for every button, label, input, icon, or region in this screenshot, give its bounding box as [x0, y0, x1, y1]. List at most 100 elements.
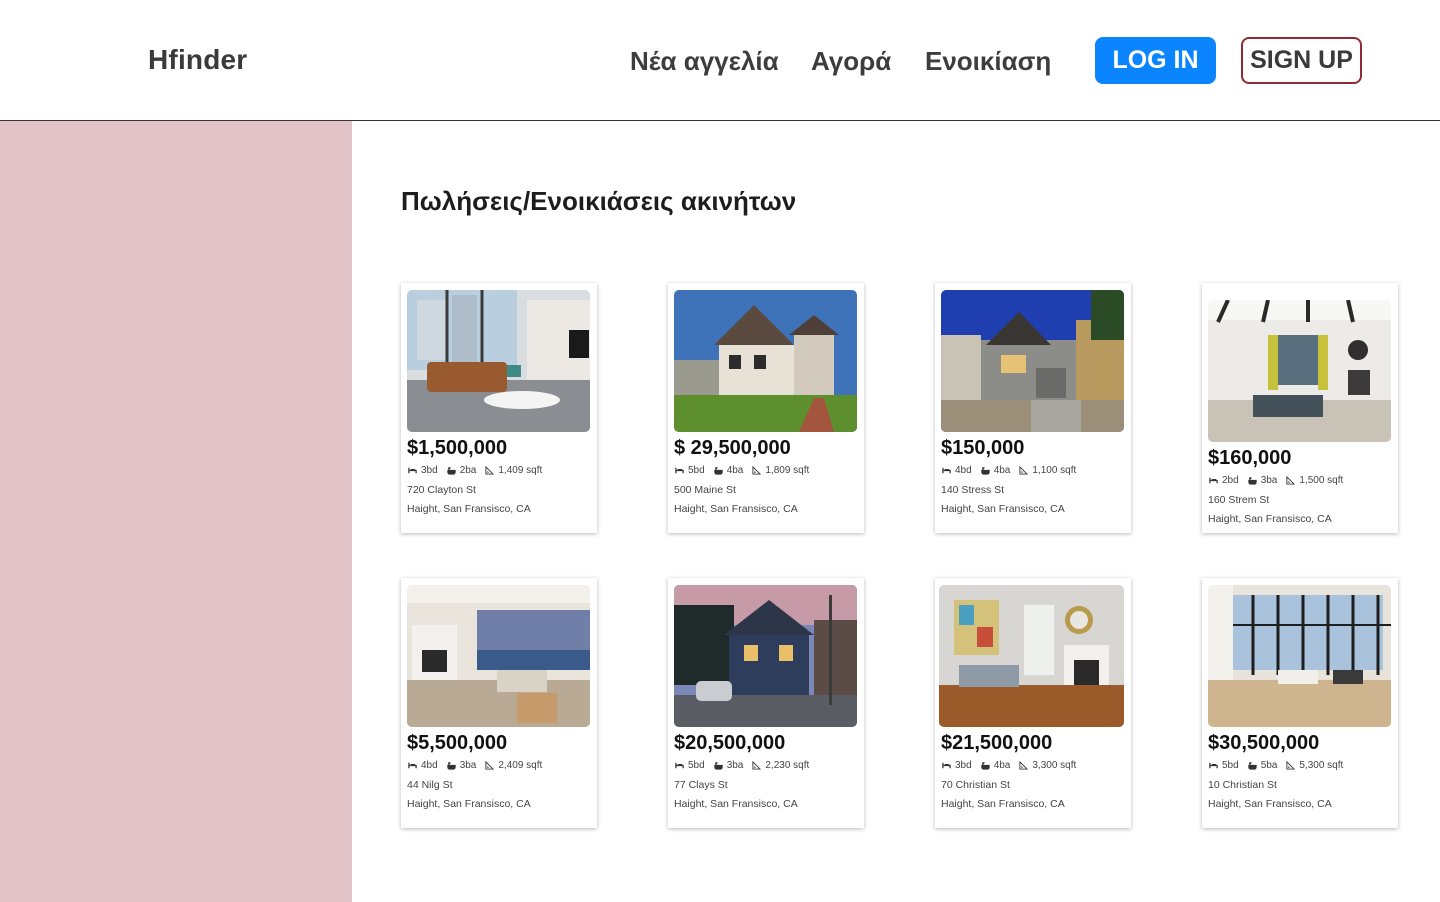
living-room-photo — [1208, 300, 1391, 442]
listing-city: Haight, San Fransisco, CA — [1208, 798, 1332, 810]
area-size: 1,100 sqft — [1032, 465, 1077, 476]
listing-price: $150,000 — [941, 437, 1025, 459]
ruler-icon — [485, 466, 495, 475]
listing-city: Haight, San Fransisco, CA — [1208, 513, 1332, 525]
beds-count: 5bd — [688, 465, 705, 476]
bed-icon — [408, 762, 417, 769]
bed-icon — [942, 467, 951, 474]
bed-icon — [675, 467, 684, 474]
brand-logo[interactable]: Hfinder — [148, 44, 247, 76]
bath-icon — [447, 467, 456, 475]
living-room-photo — [407, 290, 590, 432]
listing-city: Haight, San Fransisco, CA — [407, 798, 531, 810]
listing-street: 44 Nilg St — [407, 779, 453, 791]
beds-count: 4bd — [955, 465, 972, 476]
area-size: 1,409 sqft — [498, 465, 543, 476]
baths-count: 3ba — [726, 760, 744, 771]
baths-count: 2ba — [459, 465, 477, 476]
listing-street: 500 Maine St — [674, 484, 736, 496]
listing-street: 70 Christian St — [941, 779, 1010, 791]
bed-icon — [1209, 762, 1218, 769]
nav-new-listing[interactable]: Νέα αγγελία — [630, 46, 779, 77]
listing-card[interactable]: $150,000 4bd 4ba 1,100 sqft 140 Stress S… — [935, 283, 1131, 533]
ruler-icon — [1286, 476, 1296, 485]
login-button[interactable]: LOG IN — [1095, 37, 1216, 84]
bath-icon — [1248, 762, 1257, 770]
listing-card[interactable]: $160,000 2bd 3ba 1,500 sqft 160 Strem St… — [1202, 283, 1398, 533]
bed-icon — [675, 762, 684, 769]
listing-price: $20,500,000 — [674, 732, 786, 754]
ruler-icon — [1019, 466, 1029, 475]
baths-count: 4ba — [993, 760, 1011, 771]
listing-city: Haight, San Fransisco, CA — [941, 503, 1065, 515]
beds-count: 3bd — [421, 465, 438, 476]
ruler-icon — [1019, 761, 1029, 770]
listing-card[interactable]: $1,500,000 3bd 2ba 1,409 sqft 720 Clayto… — [401, 283, 597, 533]
house-exterior-photo — [941, 290, 1124, 432]
listing-city: Haight, San Fransisco, CA — [941, 798, 1065, 810]
ruler-icon — [752, 466, 762, 475]
ruler-icon — [752, 761, 762, 770]
beds-count: 3bd — [955, 760, 972, 771]
listing-card[interactable]: $ 29,500,000 5bd 4ba 1,809 sqft 500 Main… — [668, 283, 864, 533]
baths-count: 5ba — [1260, 760, 1278, 771]
listing-specs: 5bd 3ba 2,230 sqft — [675, 760, 809, 771]
listing-card[interactable]: $30,500,000 5bd 5ba 5,300 sqft 10 Christ… — [1202, 578, 1398, 828]
listing-specs: 3bd 2ba 1,409 sqft — [408, 465, 542, 476]
top-navbar: Hfinder Νέα αγγελία Αγορά Ενοικίαση LOG … — [0, 0, 1440, 121]
house-exterior-photo — [674, 585, 857, 727]
listing-specs: 4bd 4ba 1,100 sqft — [942, 465, 1076, 476]
listing-specs: 3bd 4ba 3,300 sqft — [942, 760, 1076, 771]
beds-count: 4bd — [421, 760, 438, 771]
listing-street: 10 Christian St — [1208, 779, 1277, 791]
listing-street: 140 Stress St — [941, 484, 1005, 496]
listing-price: $30,500,000 — [1208, 732, 1320, 754]
listing-street: 720 Clayton St — [407, 484, 476, 496]
listing-price: $1,500,000 — [407, 437, 508, 459]
listing-card[interactable]: $5,500,000 4bd 3ba 2,409 sqft 44 Nilg St… — [401, 578, 597, 828]
listing-card[interactable]: $20,500,000 5bd 3ba 2,230 sqft 77 Clays … — [668, 578, 864, 828]
bath-icon — [714, 762, 723, 770]
ruler-icon — [485, 761, 495, 770]
listing-price: $ 29,500,000 — [674, 437, 791, 459]
nav-buy[interactable]: Αγορά — [811, 46, 891, 77]
sidebar-panel — [0, 121, 352, 902]
living-room-photo — [407, 585, 590, 727]
listing-price: $21,500,000 — [941, 732, 1053, 754]
ruler-icon — [1286, 761, 1296, 770]
signup-button[interactable]: SIGN UP — [1241, 37, 1362, 84]
bath-icon — [714, 467, 723, 475]
listing-specs: 2bd 3ba 1,500 sqft — [1209, 475, 1343, 486]
baths-count: 3ba — [1260, 475, 1278, 486]
listing-price: $160,000 — [1208, 447, 1292, 469]
area-size: 2,409 sqft — [498, 760, 543, 771]
listing-price: $5,500,000 — [407, 732, 508, 754]
area-size: 3,300 sqft — [1032, 760, 1077, 771]
nav-rent[interactable]: Ενοικίαση — [925, 46, 1051, 77]
area-size: 5,300 sqft — [1299, 760, 1344, 771]
bath-icon — [447, 762, 456, 770]
area-size: 1,500 sqft — [1299, 475, 1344, 486]
living-room-photo — [939, 585, 1124, 727]
area-size: 2,230 sqft — [765, 760, 810, 771]
listing-city: Haight, San Fransisco, CA — [407, 503, 531, 515]
bath-icon — [1248, 477, 1257, 485]
baths-count: 3ba — [459, 760, 477, 771]
bed-icon — [942, 762, 951, 769]
listing-street: 160 Strem St — [1208, 494, 1270, 506]
listing-specs: 4bd 3ba 2,409 sqft — [408, 760, 542, 771]
area-size: 1,809 sqft — [765, 465, 810, 476]
listing-city: Haight, San Fransisco, CA — [674, 503, 798, 515]
beds-count: 5bd — [688, 760, 705, 771]
baths-count: 4ba — [726, 465, 744, 476]
loft-interior-photo — [1208, 585, 1391, 727]
tudor-house-photo — [674, 290, 857, 432]
bath-icon — [981, 467, 990, 475]
listing-card[interactable]: $21,500,000 3bd 4ba 3,300 sqft 70 Christ… — [935, 578, 1131, 828]
bath-icon — [981, 762, 990, 770]
baths-count: 4ba — [993, 465, 1011, 476]
bed-icon — [1209, 477, 1218, 484]
listing-specs: 5bd 4ba 1,809 sqft — [675, 465, 809, 476]
listing-specs: 5bd 5ba 5,300 sqft — [1209, 760, 1343, 771]
listing-city: Haight, San Fransisco, CA — [674, 798, 798, 810]
